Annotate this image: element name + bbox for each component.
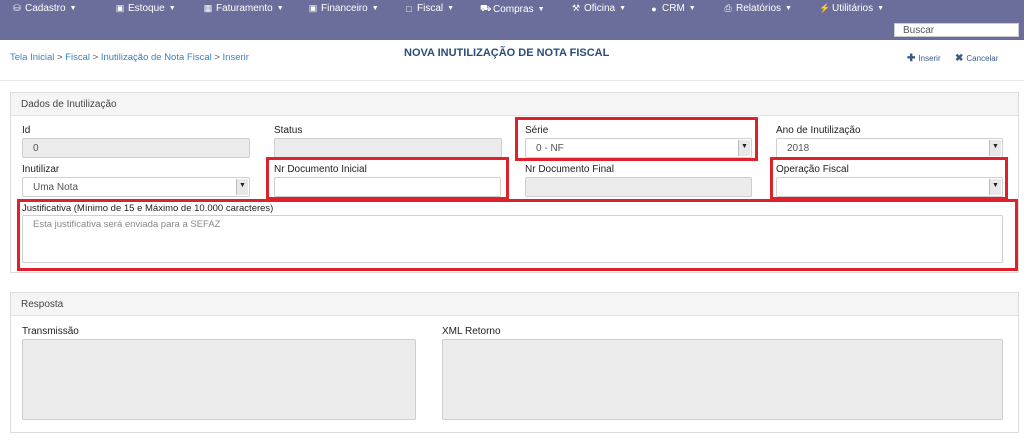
nav-item-crm[interactable]: ● CRM ▼ [649,3,696,14]
inutilizar-value: Uma Nota [33,182,79,193]
xml-retorno-textarea [442,339,1003,420]
nav-item-oficina[interactable]: ⚒ Oficina ▼ [571,3,626,14]
breadcrumb-home[interactable]: Tela Inicial [10,52,54,63]
nr-final-label: Nr Documento Final [525,164,614,175]
truck-icon: ⛟ [480,3,492,13]
caret-down-icon: ▼ [785,5,792,12]
caret-down-icon: ▼ [168,5,176,12]
nr-final-input [525,177,752,197]
id-value: 0 [33,143,39,154]
calculator-icon: ▦ [203,3,213,13]
money-icon: ▣ [308,3,318,13]
nav-item-relatorios[interactable]: ⎙ Relatórios ▼ [723,3,792,14]
caret-down-icon: ▼ [537,5,545,13]
transmissao-label: Transmissão [22,326,79,337]
insert-button[interactable]: ✚ Inserir [907,53,941,64]
search-input[interactable]: Buscar [894,23,1019,37]
nav-item-cadastro[interactable]: ⛁ Cadastro ▼ [12,3,77,14]
database-icon: ⛁ [13,3,21,13]
transmissao-textarea [22,339,416,420]
ano-select[interactable]: 2018 ▼ [776,138,1003,158]
xml-label: XML Retorno [442,326,501,337]
caret-down-icon: ▼ [877,5,885,12]
nav-item-faturamento[interactable]: ▦ Faturamento ▼ [203,3,284,14]
nav-item-fiscal[interactable]: □ Fiscal ▼ [404,3,454,14]
top-navbar: ⛁ Cadastro ▼ ▣ Estoque ▼ ▦ Faturamento ▼… [0,0,1024,40]
inutilizar-label: Inutilizar [22,164,60,175]
breadcrumb-inutilizacao[interactable]: Inutilização de Nota Fiscal [101,52,212,63]
nav-label: Compras [493,3,534,15]
highlight-serie [515,117,758,161]
page-title: NOVA INUTILIZAÇÃO DE NOTA FISCAL [404,47,610,59]
highlight-justificativa [17,199,1018,271]
status-label: Status [274,125,303,136]
nav-label: Utilitários [832,3,874,14]
caret-down-icon: ▼ [688,5,696,12]
ano-label: Ano de Inutilização [776,125,861,136]
cubes-icon: ▣ [115,3,125,13]
nav-label: Relatórios [736,3,782,14]
breadcrumb-fiscal[interactable]: Fiscal [65,52,90,63]
chevron-down-icon: ▼ [989,140,1001,156]
ano-value: 2018 [787,143,810,154]
highlight-operacao [770,157,1008,200]
caret-down-icon: ▼ [276,5,284,12]
nav-label: Fiscal [417,3,444,14]
id-label: Id [22,125,31,136]
plus-icon: ✚ [907,53,916,64]
insert-label: Inserir [918,54,941,63]
users-icon: ● [651,3,657,14]
nav-label: Cadastro [25,3,66,14]
nav-label: Estoque [128,3,165,14]
wrench-icon: ⚒ [571,3,581,13]
breadcrumb: Tela Inicial > Fiscal > Inutilização de … [10,52,249,63]
nav-item-financeiro[interactable]: ▣ Financeiro ▼ [308,3,379,14]
file-icon: □ [406,3,412,14]
status-field [274,138,502,158]
id-field: 0 [22,138,250,158]
caret-down-icon: ▼ [69,5,77,12]
inutilizar-select[interactable]: Uma Nota ▼ [22,177,250,197]
caret-down-icon: ▼ [371,5,379,12]
close-icon: ✖ [955,53,964,64]
nav-label: Financeiro [321,3,368,14]
bolt-icon: ⚡ [819,3,831,13]
caret-down-icon: ▼ [447,5,455,12]
nav-item-estoque[interactable]: ▣ Estoque ▼ [115,3,176,14]
cancel-label: Cancelar [966,54,999,63]
caret-down-icon: ▼ [619,5,627,12]
highlight-nr-inicial [266,157,509,200]
nav-item-utilitarios[interactable]: ⚡ Utilitários ▼ [819,3,884,14]
nav-label: Faturamento [216,3,273,14]
panel-title: Resposta [11,293,1018,316]
chevron-down-icon: ▼ [236,179,248,195]
cancel-button[interactable]: ✖ Cancelar [955,53,998,64]
print-icon: ⎙ [724,3,732,13]
panel-title: Dados de Inutilização [11,93,1018,116]
nav-label: Oficina [584,3,616,14]
header-divider [0,80,1024,81]
search-placeholder: Buscar [903,25,935,36]
breadcrumb-inserir[interactable]: Inserir [223,52,249,63]
nav-label: CRM [662,3,685,14]
nav-item-compras[interactable]: ⛟ Compras ▼ [480,3,545,15]
